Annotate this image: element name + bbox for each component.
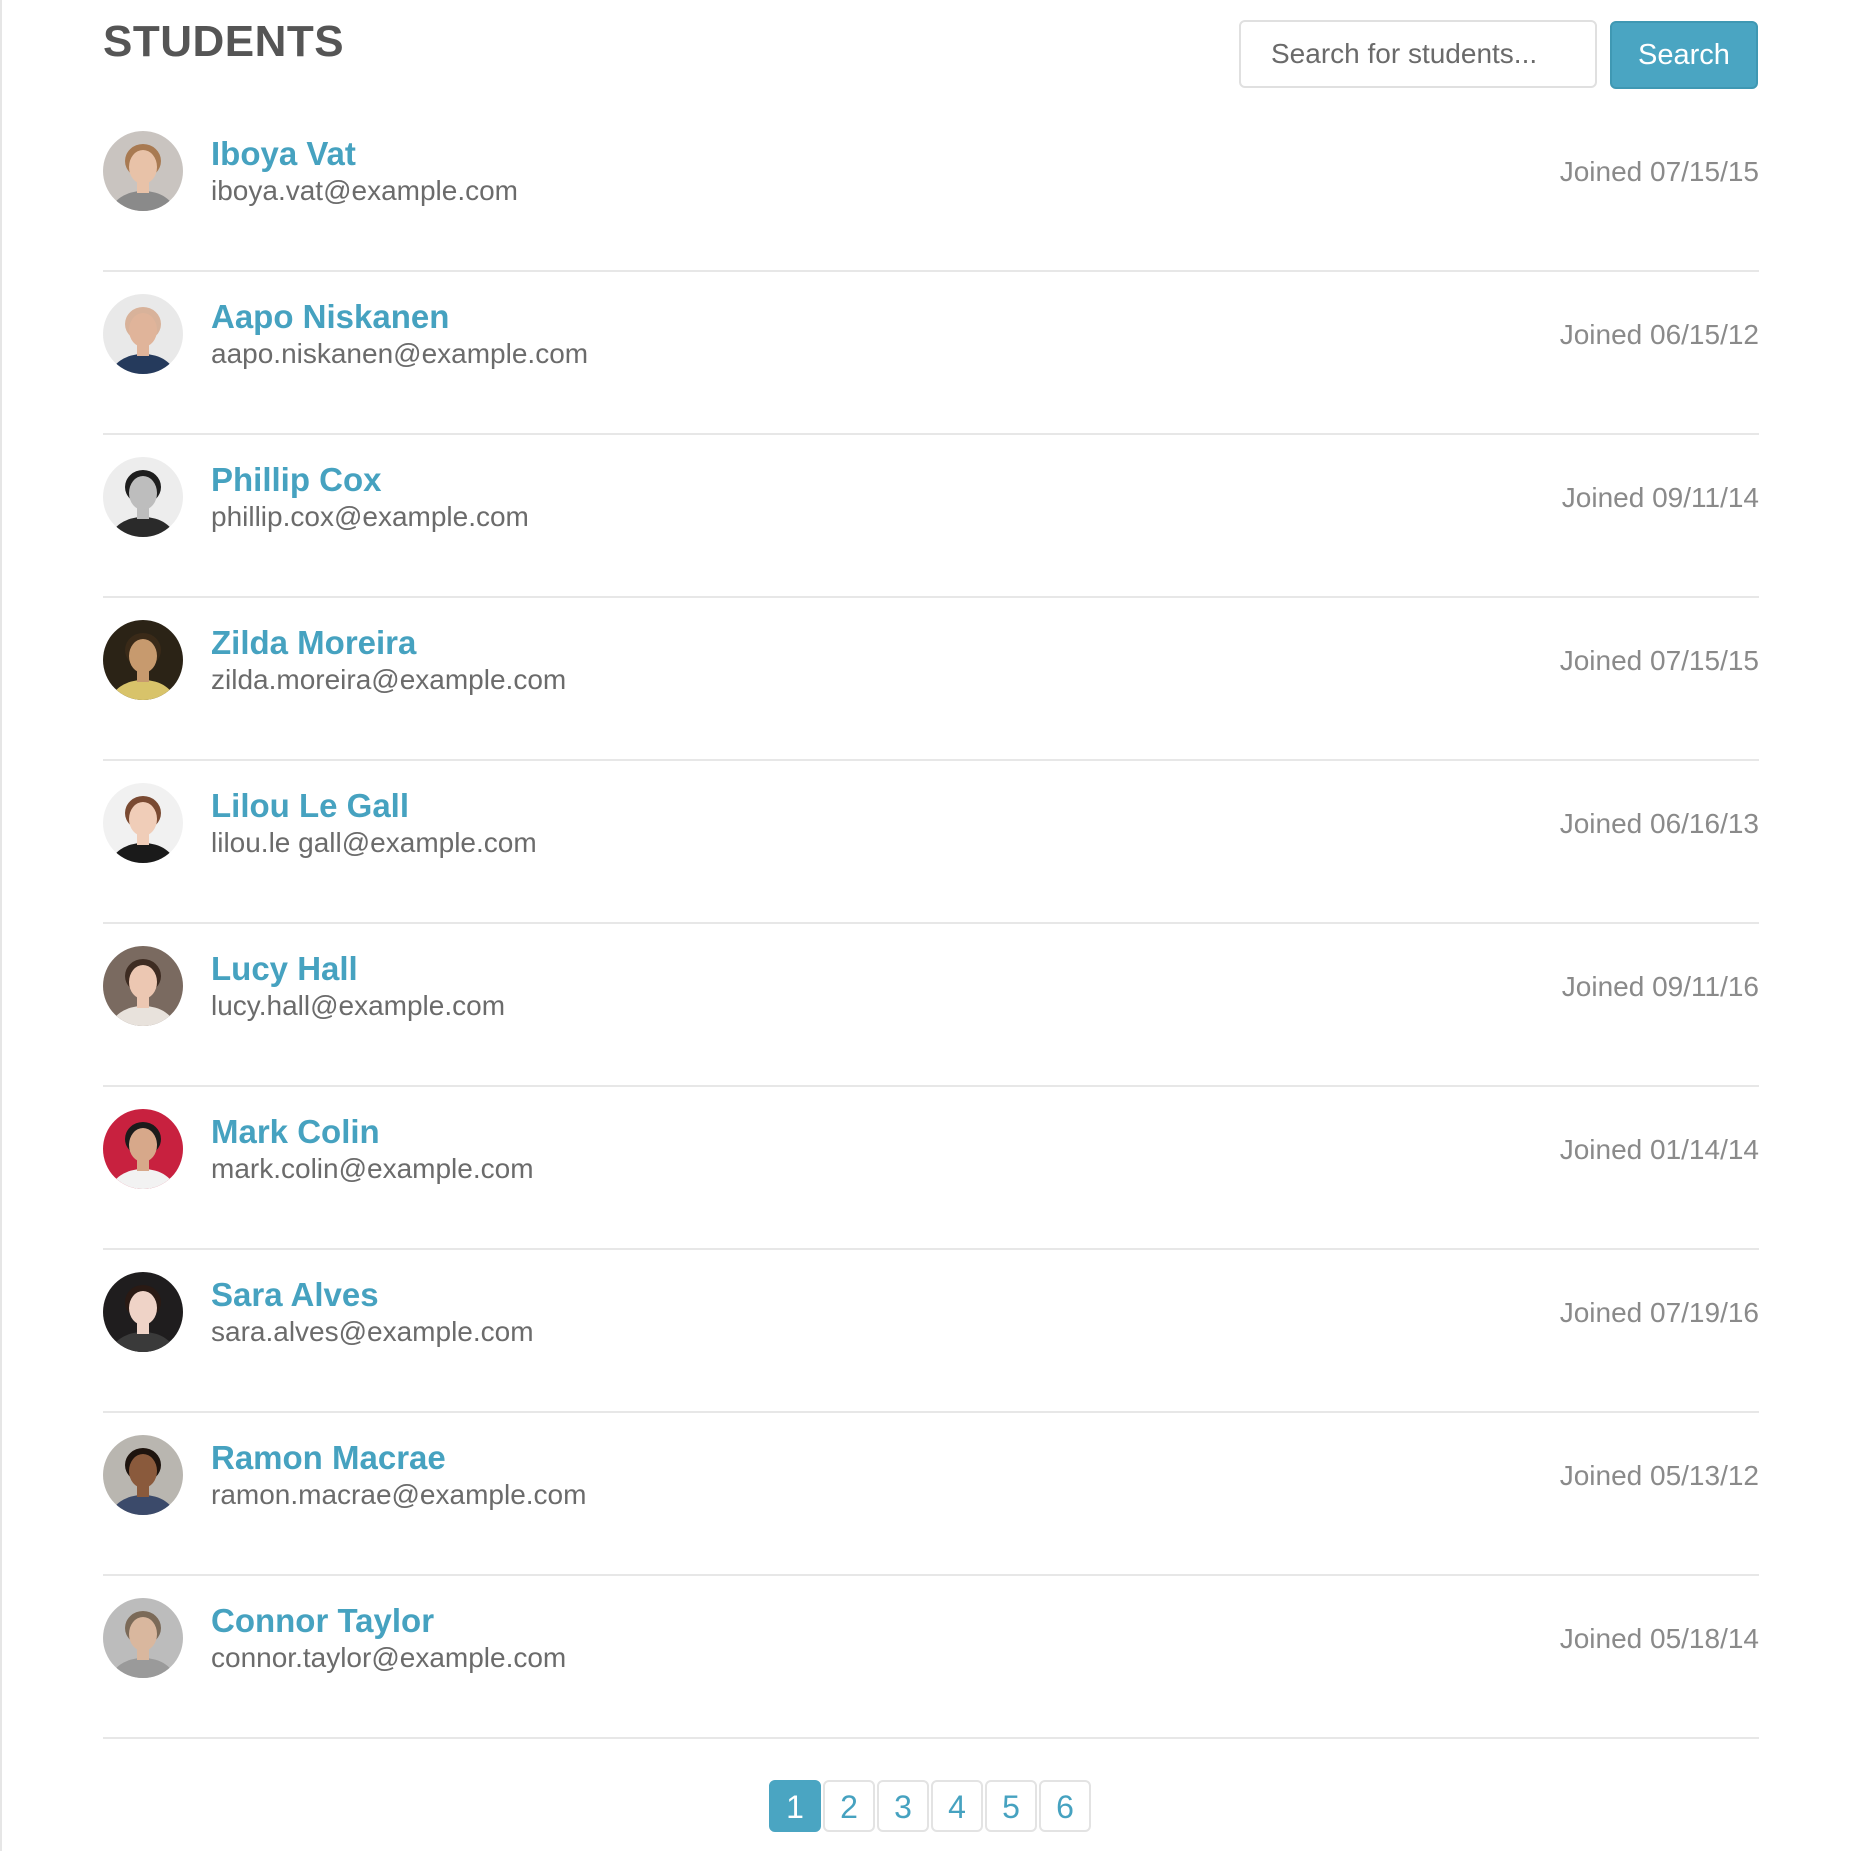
student-row: Ramon Macrae ramon.macrae@example.com Jo… [103, 1413, 1759, 1576]
joined-date: Joined 05/18/14 [1559, 1623, 1759, 1654]
student-name-link[interactable]: Phillip Cox [211, 460, 382, 500]
student-name-link[interactable]: Aapo Niskanen [211, 297, 449, 337]
student-name-link[interactable]: Lucy Hall [211, 949, 358, 989]
joined-date: Joined 07/15/15 [1559, 645, 1759, 676]
joined-date: Joined 05/13/12 [1559, 1460, 1759, 1491]
student-email: phillip.cox@example.com [211, 501, 529, 532]
student-row: Lucy Hall lucy.hall@example.com Joined 0… [103, 924, 1759, 1087]
avatar[interactable] [103, 1598, 183, 1678]
student-name-link[interactable]: Mark Colin [211, 1112, 380, 1152]
joined-date: Joined 07/15/15 [1559, 156, 1759, 187]
avatar-photo [103, 1435, 183, 1515]
page-6-button[interactable]: 6 [1039, 1780, 1091, 1832]
page-2-button[interactable]: 2 [823, 1780, 875, 1832]
avatar[interactable] [103, 1272, 183, 1352]
joined-date: Joined 01/14/14 [1559, 1134, 1759, 1165]
student-list: Iboya Vat iboya.vat@example.com Joined 0… [103, 109, 1759, 1739]
avatar-photo [103, 457, 183, 537]
avatar[interactable] [103, 131, 183, 211]
avatar-photo [103, 1109, 183, 1189]
student-email: connor.taylor@example.com [211, 1642, 567, 1673]
avatar-photo [103, 620, 183, 700]
page-1-button[interactable]: 1 [769, 1780, 821, 1832]
joined-date: Joined 06/16/13 [1559, 808, 1759, 839]
page-header: STUDENTS Search [103, 16, 1759, 92]
student-name-link[interactable]: Lilou Le Gall [211, 786, 409, 826]
search-button[interactable]: Search [1610, 21, 1758, 89]
search-input[interactable] [1239, 20, 1597, 88]
page-4-button[interactable]: 4 [931, 1780, 983, 1832]
avatar-photo [103, 131, 183, 211]
avatar-photo [103, 294, 183, 374]
page-3-button[interactable]: 3 [877, 1780, 929, 1832]
student-row: Mark Colin mark.colin@example.com Joined… [103, 1087, 1759, 1250]
student-row: Phillip Cox phillip.cox@example.com Join… [103, 435, 1759, 598]
avatar[interactable] [103, 1109, 183, 1189]
pagination: 1 2 3 4 5 6 [769, 1780, 1091, 1832]
avatar[interactable] [103, 783, 183, 863]
student-row: Zilda Moreira zilda.moreira@example.com … [103, 598, 1759, 761]
students-page: STUDENTS Search Iboya Vat iboya.vat@exam… [0, 0, 1849, 1851]
avatar[interactable] [103, 946, 183, 1026]
student-email: sara.alves@example.com [211, 1316, 534, 1347]
avatar-photo [103, 1272, 183, 1352]
student-row: Sara Alves sara.alves@example.com Joined… [103, 1250, 1759, 1413]
joined-date: Joined 07/19/16 [1559, 1297, 1759, 1328]
student-row: Connor Taylor connor.taylor@example.com … [103, 1576, 1759, 1739]
student-email: zilda.moreira@example.com [211, 664, 567, 695]
student-email: aapo.niskanen@example.com [211, 338, 589, 369]
student-email: mark.colin@example.com [211, 1153, 534, 1184]
student-name-link[interactable]: Connor Taylor [211, 1601, 434, 1641]
avatar[interactable] [103, 620, 183, 700]
student-email: ramon.macrae@example.com [211, 1479, 587, 1510]
joined-date: Joined 09/11/14 [1561, 482, 1759, 513]
student-email: iboya.vat@example.com [211, 175, 519, 206]
student-name-link[interactable]: Iboya Vat [211, 134, 356, 174]
student-row: Iboya Vat iboya.vat@example.com Joined 0… [103, 109, 1759, 272]
student-row: Lilou Le Gall lilou.le gall@example.com … [103, 761, 1759, 924]
avatar[interactable] [103, 1435, 183, 1515]
student-name-link[interactable]: Sara Alves [211, 1275, 379, 1315]
joined-date: Joined 09/11/16 [1561, 971, 1759, 1002]
joined-date: Joined 06/15/12 [1559, 319, 1759, 350]
student-email: lucy.hall@example.com [211, 990, 506, 1021]
student-email: lilou.le gall@example.com [211, 827, 537, 858]
avatar-photo [103, 783, 183, 863]
student-name-link[interactable]: Ramon Macrae [211, 1438, 446, 1478]
student-row: Aapo Niskanen aapo.niskanen@example.com … [103, 272, 1759, 435]
avatar[interactable] [103, 457, 183, 537]
avatar-photo [103, 946, 183, 1026]
page-title: STUDENTS [103, 17, 345, 66]
page-5-button[interactable]: 5 [985, 1780, 1037, 1832]
avatar-photo [103, 1598, 183, 1678]
avatar[interactable] [103, 294, 183, 374]
student-name-link[interactable]: Zilda Moreira [211, 623, 416, 663]
